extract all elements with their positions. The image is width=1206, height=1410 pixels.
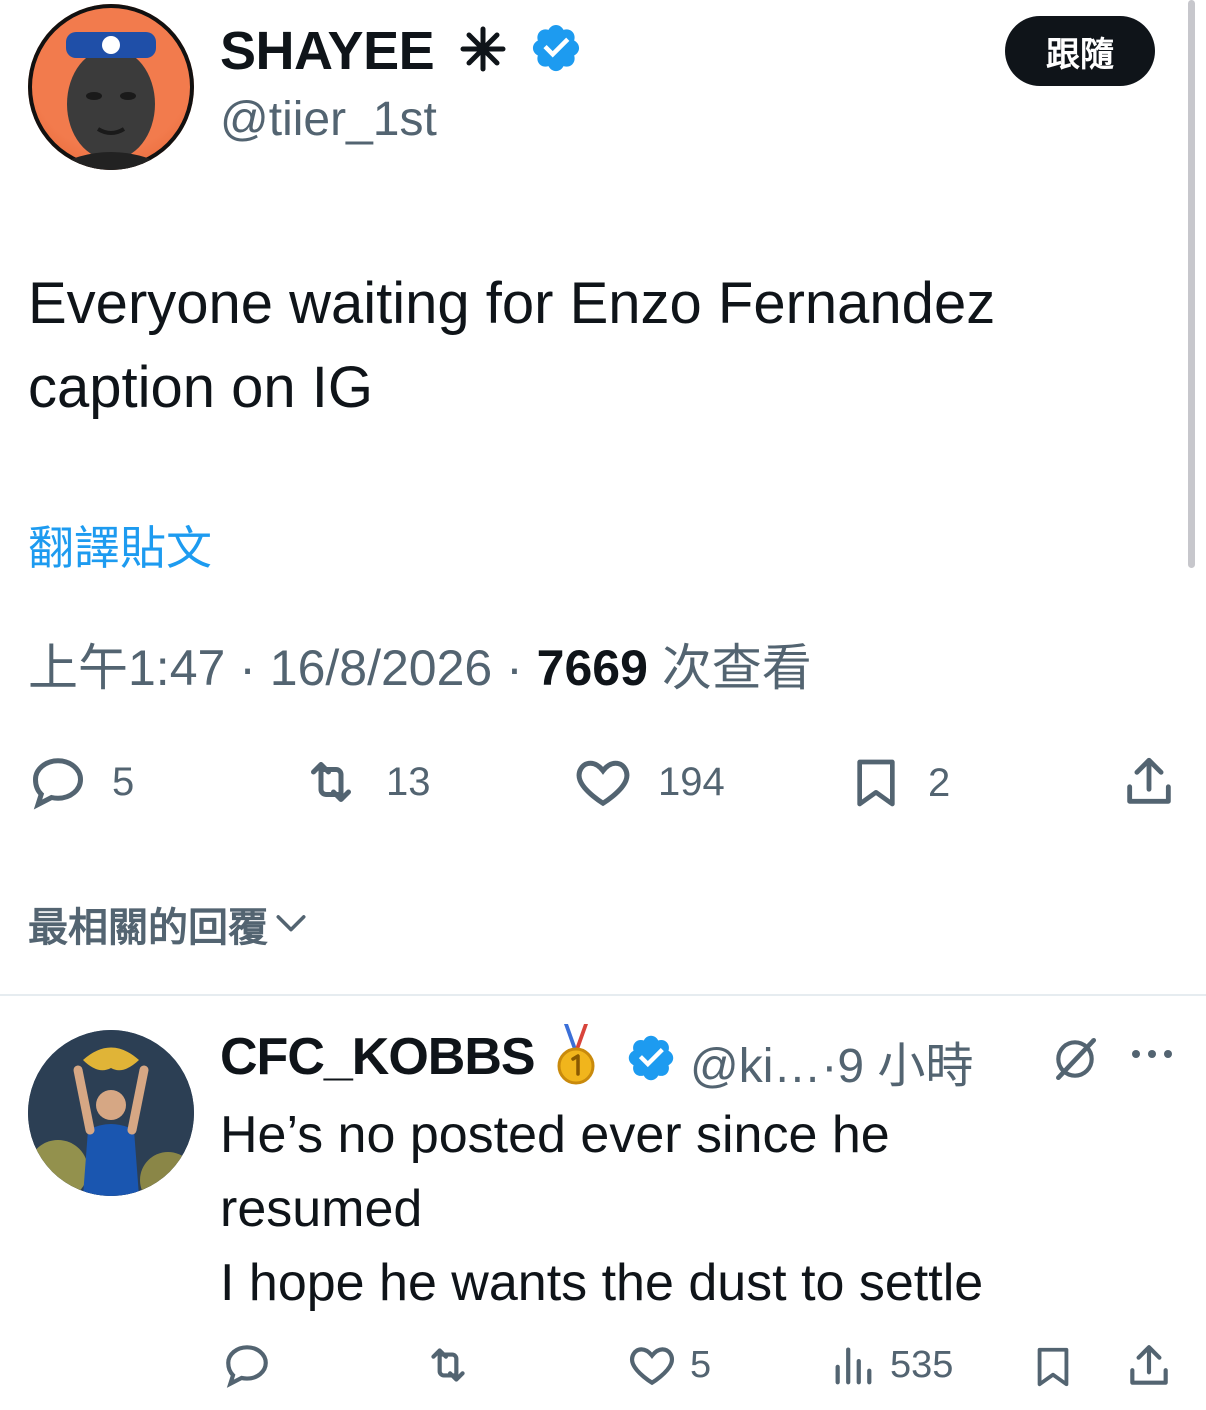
separator: · xyxy=(506,640,537,696)
reply-text-line: resumed xyxy=(220,1180,423,1238)
reply-author-name[interactable]: CFC_KOBBS xyxy=(220,1022,598,1099)
grok-icon[interactable] xyxy=(1050,1034,1100,1089)
chevron-down-icon xyxy=(276,915,306,932)
reply-sort-dropdown[interactable]: 最相關的回覆 xyxy=(28,895,308,953)
reply-icon xyxy=(226,1345,268,1388)
views-count: 7669 xyxy=(536,640,648,696)
tweet-metadata: 上午1:47 · 16/8/2026 · 7669 次查看 xyxy=(28,628,812,700)
reply-verified-badge-icon xyxy=(625,1032,677,1089)
views-label: 次查看 xyxy=(661,640,812,696)
reply-like-button[interactable]: 5 xyxy=(626,1340,711,1390)
tweet-text: Everyone waiting for Enzo Fernandez capt… xyxy=(28,271,996,420)
follow-button[interactable]: 跟隨 xyxy=(1005,16,1155,86)
author-name[interactable]: SHAYEE xyxy=(220,20,583,88)
heart-icon xyxy=(576,760,630,807)
heart-icon xyxy=(630,1347,674,1386)
tweet-date[interactable]: 16/8/2026 xyxy=(270,640,492,696)
reply-author-avatar[interactable] xyxy=(28,1030,194,1196)
views-chart-icon xyxy=(835,1347,872,1385)
retweet-icon xyxy=(311,762,351,802)
like-button[interactable]: 194 xyxy=(572,752,725,812)
avatar-photo xyxy=(28,1030,194,1196)
reply-author-name-text[interactable]: CFC_KOBBS xyxy=(220,1028,536,1086)
retweet-icon xyxy=(431,1348,465,1382)
sort-label: 最相關的回覆 xyxy=(28,906,268,950)
reply-text: He’s no posted ever since he resumed I h… xyxy=(220,1098,1180,1320)
gold-medal-icon xyxy=(554,1022,598,1099)
scrollbar[interactable] xyxy=(1188,0,1195,568)
reply-view-count: 535 xyxy=(890,1343,954,1386)
retweet-count: 13 xyxy=(386,759,431,804)
reply-like-count: 5 xyxy=(690,1343,712,1386)
author-handle[interactable]: @tiier_1st xyxy=(220,92,437,147)
share-icon xyxy=(1127,757,1171,804)
share-button[interactable] xyxy=(1120,752,1178,812)
reply-retweet-button[interactable] xyxy=(422,1340,474,1390)
retweet-button[interactable]: 13 xyxy=(300,752,431,812)
reply-handle-time[interactable]: @ki…·9 小時 xyxy=(690,1026,973,1096)
like-count: 194 xyxy=(658,759,725,804)
reply-button[interactable]: 5 xyxy=(28,752,134,812)
separator: · xyxy=(239,640,270,696)
sparkle-icon xyxy=(459,24,507,86)
reply-share-button[interactable] xyxy=(1124,1340,1174,1392)
reply-bookmark-button[interactable] xyxy=(1030,1340,1076,1394)
reply-text-line: I hope he wants the dust to settle xyxy=(220,1254,984,1312)
author-name-text[interactable]: SHAYEE xyxy=(220,21,435,81)
bookmark-button[interactable]: 2 xyxy=(848,752,950,814)
reply-text-line: He’s no posted ever since he xyxy=(220,1106,890,1164)
bookmark-icon xyxy=(857,759,895,807)
tweet-time[interactable]: 上午1:47 xyxy=(28,640,225,696)
reply-icon xyxy=(32,758,84,810)
reply-count: 5 xyxy=(112,759,135,804)
verified-badge-icon xyxy=(529,21,583,88)
author-avatar[interactable] xyxy=(28,4,194,170)
more-options-icon[interactable] xyxy=(1128,1044,1176,1069)
share-icon xyxy=(1130,1345,1168,1385)
translate-post-link[interactable]: 翻譯貼文 xyxy=(28,512,212,578)
bookmark-icon xyxy=(1037,1347,1069,1387)
reply-views-button[interactable]: 535 xyxy=(830,1340,953,1390)
avatar-portrait xyxy=(48,32,174,170)
reply-reply-button[interactable] xyxy=(222,1340,272,1390)
bookmark-count: 2 xyxy=(928,760,951,805)
divider xyxy=(0,994,1206,996)
